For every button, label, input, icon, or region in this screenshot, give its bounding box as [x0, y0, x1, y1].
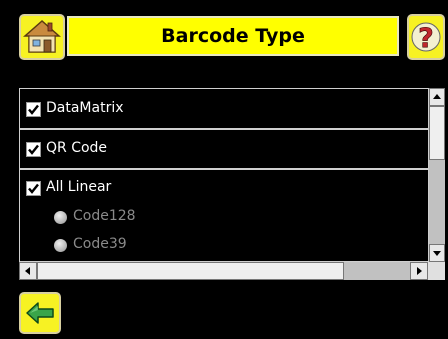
vertical-scrollbar[interactable]: [429, 88, 445, 262]
arrow-right-icon: [417, 267, 422, 275]
qr-code-label: QR Code: [46, 140, 108, 156]
home-button[interactable]: [19, 14, 65, 60]
all-linear-label: All Linear: [46, 179, 112, 195]
horizontal-scrollbar[interactable]: [19, 262, 445, 280]
help-glyph: ?: [418, 23, 434, 54]
scroll-left-button[interactable]: [19, 262, 37, 280]
all-linear-checkbox[interactable]: [26, 181, 41, 196]
barcode-type-list: DataMatrix QR Code All Linear Code128 Co…: [19, 88, 429, 262]
list-item-all-linear[interactable]: All Linear Code128 Code39: [20, 170, 428, 262]
vertical-scroll-thumb[interactable]: [429, 106, 445, 160]
question-icon: ?: [411, 22, 441, 54]
horizontal-scroll-thumb[interactable]: [37, 262, 344, 280]
checkmark-icon: [28, 104, 39, 115]
list-item-qr-code[interactable]: QR Code: [20, 130, 428, 170]
arrow-left-icon: [25, 267, 30, 275]
code39-label: Code39: [73, 236, 127, 252]
datamatrix-label: DataMatrix: [46, 100, 124, 116]
list-item-datamatrix[interactable]: DataMatrix: [20, 89, 428, 130]
help-button[interactable]: ?: [407, 14, 445, 60]
horizontal-scroll-track[interactable]: [344, 262, 410, 280]
checkmark-icon: [28, 183, 39, 194]
arrow-down-icon: [433, 251, 441, 256]
arrow-up-icon: [433, 94, 441, 99]
page-title: Barcode Type: [67, 16, 399, 56]
scroll-right-button[interactable]: [410, 262, 428, 280]
checkmark-icon: [28, 144, 39, 155]
vertical-scroll-track[interactable]: [429, 160, 445, 244]
code39-radio[interactable]: [54, 239, 67, 252]
scroll-up-button[interactable]: [429, 88, 445, 106]
datamatrix-checkbox[interactable]: [26, 102, 41, 117]
scrollbar-corner: [428, 262, 445, 280]
back-button[interactable]: [19, 292, 61, 334]
scroll-down-button[interactable]: [429, 244, 445, 262]
qr-code-checkbox[interactable]: [26, 142, 41, 157]
back-arrow-icon: [26, 302, 54, 324]
home-icon: [23, 19, 61, 53]
code128-radio[interactable]: [54, 211, 67, 224]
code128-label: Code128: [73, 208, 136, 224]
